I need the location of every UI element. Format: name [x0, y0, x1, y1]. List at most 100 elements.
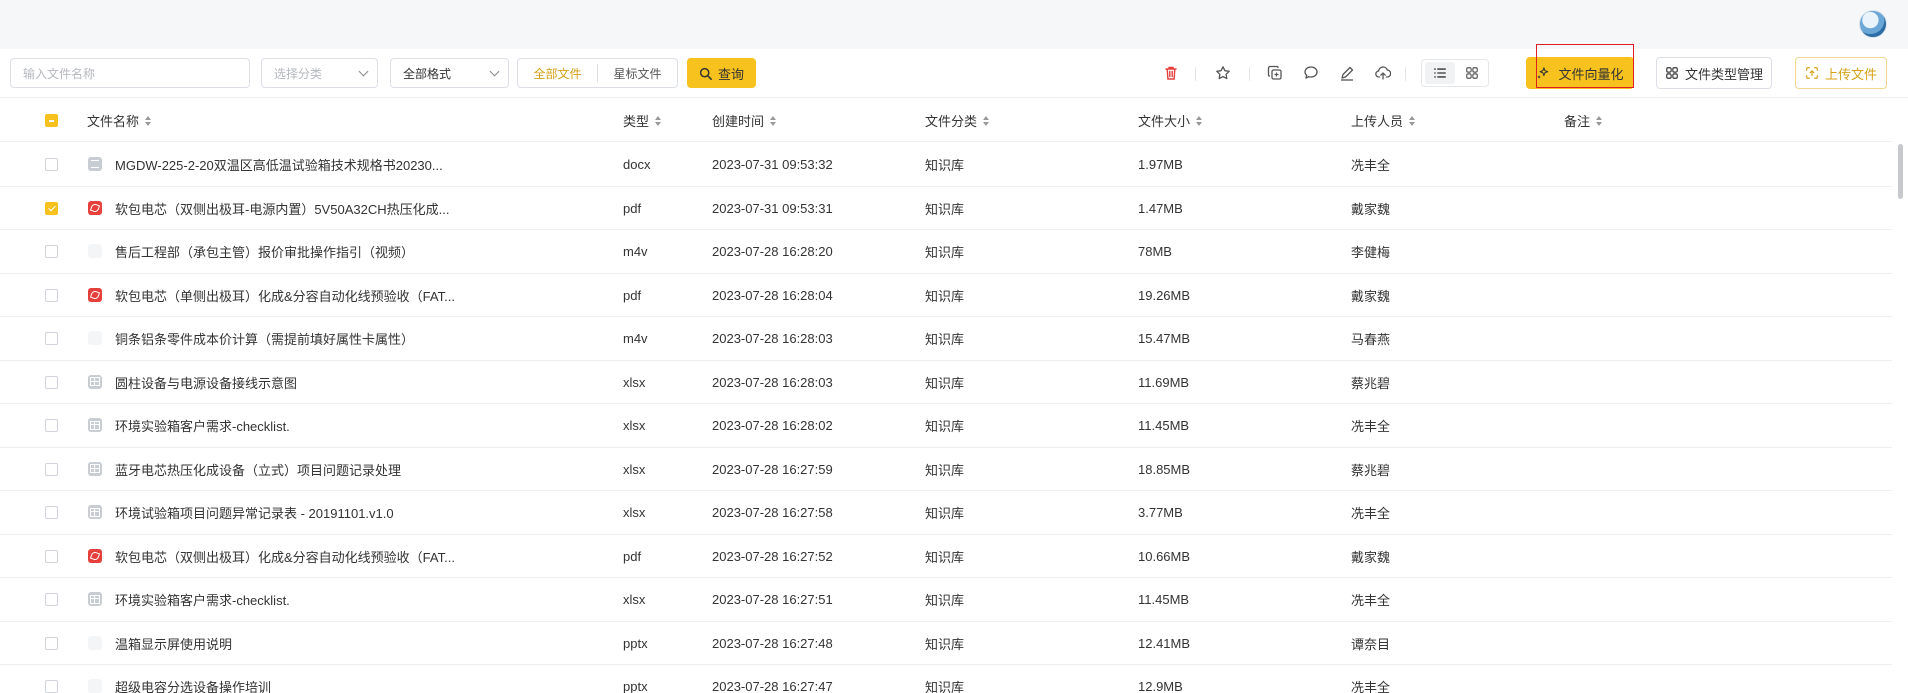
table-row[interactable]: 温箱显示屏使用说明 pptx 2023-07-28 16:27:48 知识库 12.41…	[0, 622, 1892, 665]
column-header-note[interactable]: 备注	[1564, 99, 1603, 142]
cell-category: 知识库	[925, 419, 965, 434]
row-checkbox[interactable]	[45, 462, 58, 476]
cell-type: pdf	[623, 548, 642, 564]
category-select[interactable]: 选择分类	[261, 58, 378, 88]
column-header-created[interactable]: 创建时间	[712, 99, 777, 142]
row-checkbox[interactable]	[45, 680, 58, 693]
grid-view-icon[interactable]	[1457, 62, 1487, 84]
cell-file-name[interactable]: 蓝牙电芯热压化成设备（立式）项目问题记录处理	[115, 448, 401, 491]
row-checkbox[interactable]	[45, 419, 58, 432]
cell-uploader: 戴家魏	[1351, 288, 1391, 304]
cell-size: 11.45MB	[1138, 592, 1190, 607]
cell-size: 18.85MB	[1138, 461, 1191, 477]
user-avatar[interactable]	[1859, 10, 1887, 38]
format-select[interactable]: 全部格式	[390, 58, 509, 88]
cell-type: pdf	[623, 287, 642, 303]
sort-icon[interactable]	[770, 115, 777, 126]
row-checkbox[interactable]	[45, 506, 58, 519]
upload-icon	[1806, 67, 1818, 79]
list-view-icon[interactable]	[1425, 62, 1455, 84]
table-row[interactable]: 软包电芯（双侧出极耳）化成&分容自动化线预验收（FAT... pdf 2023-07…	[0, 535, 1892, 578]
file-icon	[88, 635, 102, 650]
highlight-outline	[1536, 44, 1634, 88]
top-header	[0, 0, 1908, 49]
row-checkbox[interactable]	[45, 375, 58, 389]
sort-icon[interactable]	[145, 115, 152, 126]
upload-file-button[interactable]: 上传文件	[1795, 57, 1887, 89]
cell-file-name[interactable]: 软包电芯（单侧出极耳）化成&分容自动化线预验收（FAT...	[115, 274, 455, 317]
table-row[interactable]: 软包电芯（双侧出极耳-电源内置）5V50A32CH热压化成... pdf 2023-…	[0, 187, 1892, 230]
vertical-scrollbar[interactable]	[1898, 144, 1903, 199]
cell-size: 78MB	[1138, 244, 1172, 259]
row-checkbox[interactable]	[45, 288, 58, 302]
cell-category: 知识库	[925, 680, 965, 693]
cell-created-time: 2023-07-28 16:27:51	[712, 592, 833, 607]
cell-size: 15.47MB	[1138, 331, 1191, 346]
spreadsheet-file-icon	[88, 374, 102, 389]
comment-icon[interactable]	[1302, 64, 1320, 82]
cell-file-name[interactable]: MGDW-225-2-20双温区高低温试验箱技术规格书20230...	[115, 143, 443, 186]
table-row[interactable]: 超级电容分选设备操作培训 pptx 2023-07-28 16:27:47 知识库 12…	[0, 665, 1892, 693]
cell-uploader: 冼丰全	[1351, 680, 1391, 693]
cell-file-name[interactable]: 软包电芯（双侧出极耳-电源内置）5V50A32CH热压化成...	[115, 187, 449, 230]
format-select-value: 全部格式	[403, 66, 452, 81]
cell-file-name[interactable]: 温箱显示屏使用说明	[115, 622, 232, 665]
row-checkbox[interactable]	[45, 549, 58, 563]
star-icon[interactable]	[1214, 64, 1232, 82]
table-row[interactable]: 售后工程部（承包主管）报价审批操作指引（视频） m4v 2023-07-28 16:…	[0, 230, 1892, 274]
column-header-label: 上传人员	[1351, 114, 1404, 129]
column-header-type[interactable]: 类型	[623, 99, 662, 142]
segment-all-files[interactable]: 全部文件	[518, 65, 597, 82]
table-row[interactable]: 环境实验箱客户需求-checklist. xlsx 2023-07-28 16:28…	[0, 404, 1892, 448]
cell-category: 知识库	[925, 245, 965, 260]
column-header-size[interactable]: 文件大小	[1138, 99, 1203, 142]
pdf-file-icon	[88, 548, 102, 563]
table-row[interactable]: 环境实验箱客户需求-checklist. xlsx 2023-07-28 16:27…	[0, 578, 1892, 622]
table-row[interactable]: 铜条铝条零件成本价计算（需提前填好属性卡属性） m4v 2023-07-28 16:…	[0, 317, 1892, 361]
segment-starred-files[interactable]: 星标文件	[598, 65, 677, 82]
select-all-checkbox[interactable]	[45, 114, 58, 127]
cell-created-time: 2023-07-28 16:27:58	[712, 505, 833, 520]
file-icon	[88, 244, 102, 258]
table-row[interactable]: MGDW-225-2-20双温区高低温试验箱技术规格书20230... docx 2…	[0, 143, 1892, 187]
cell-file-name[interactable]: 铜条铝条零件成本价计算（需提前填好属性卡属性）	[115, 317, 414, 360]
cell-file-name[interactable]: 圆柱设备与电源设备接线示意图	[115, 361, 297, 404]
row-checkbox[interactable]	[45, 158, 58, 171]
file-type-manage-button[interactable]: 文件类型管理	[1656, 57, 1772, 89]
cell-file-name[interactable]: 环境试验箱项目问题异常记录表 - 20191101.v1.0	[115, 491, 394, 534]
sort-icon[interactable]	[1196, 115, 1203, 126]
row-checkbox[interactable]	[45, 332, 58, 345]
filename-search-input[interactable]: 输入文件名称	[10, 58, 250, 88]
sort-icon[interactable]	[983, 115, 990, 126]
sort-icon[interactable]	[1596, 115, 1603, 126]
cell-size: 1.47MB	[1138, 200, 1183, 216]
sort-icon[interactable]	[1409, 115, 1416, 126]
edit-icon[interactable]	[1338, 64, 1356, 82]
table-row[interactable]: 圆柱设备与电源设备接线示意图 xlsx 2023-07-28 16:28:03 知识库…	[0, 361, 1892, 404]
copy-icon[interactable]	[1266, 64, 1284, 82]
delete-icon[interactable]	[1162, 64, 1180, 82]
cloud-upload-icon[interactable]	[1374, 64, 1392, 82]
table-row[interactable]: 软包电芯（单侧出极耳）化成&分容自动化线预验收（FAT... pdf 2023-07…	[0, 274, 1892, 317]
cell-size: 3.77MB	[1138, 505, 1183, 520]
column-header-category[interactable]: 文件分类	[925, 99, 990, 142]
cell-file-name[interactable]: 环境实验箱客户需求-checklist.	[115, 404, 290, 447]
table-row[interactable]: 蓝牙电芯热压化成设备（立式）项目问题记录处理 xlsx 2023-07-28 16:…	[0, 448, 1892, 491]
column-header-label: 文件名称	[87, 114, 140, 129]
row-checkbox[interactable]	[45, 245, 58, 258]
query-button[interactable]: 查询	[687, 58, 756, 88]
cell-type: xlsx	[623, 505, 646, 520]
column-header-name[interactable]: 文件名称	[87, 99, 152, 142]
cell-file-name[interactable]: 售后工程部（承包主管）报价审批操作指引（视频）	[115, 230, 414, 273]
column-header-uploader[interactable]: 上传人员	[1351, 99, 1416, 142]
file-icon	[88, 331, 102, 345]
row-checkbox[interactable]	[45, 201, 58, 215]
cell-file-name[interactable]: 软包电芯（双侧出极耳）化成&分容自动化线预验收（FAT...	[115, 535, 455, 578]
row-checkbox[interactable]	[45, 636, 58, 650]
row-checkbox[interactable]	[45, 593, 58, 606]
cell-file-name[interactable]: 超级电容分选设备操作培训	[115, 665, 271, 693]
table-row[interactable]: 环境试验箱项目问题异常记录表 - 20191101.v1.0 xlsx 2023-0…	[0, 491, 1892, 535]
cell-file-name[interactable]: 环境实验箱客户需求-checklist.	[115, 578, 290, 621]
sort-icon[interactable]	[655, 115, 662, 126]
cell-size: 11.69MB	[1138, 374, 1190, 390]
